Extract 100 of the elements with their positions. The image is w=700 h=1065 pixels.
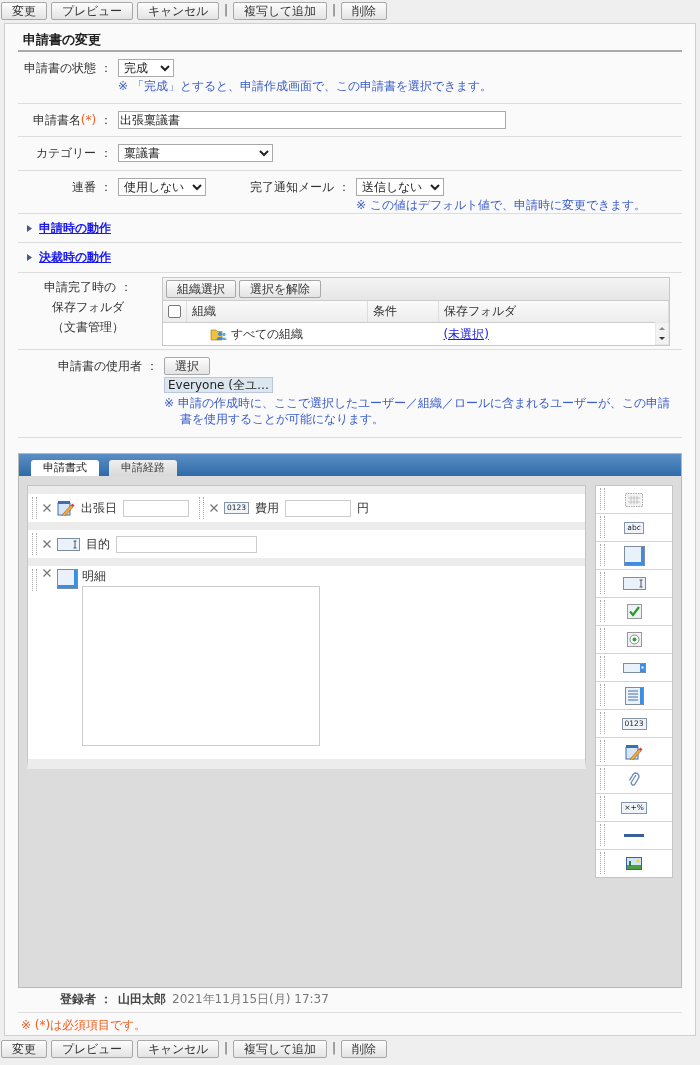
field-label: 申請書の状態 ： [23,60,113,77]
toolbar-button[interactable]: 削除 [341,1,388,20]
input-field-icon [622,577,646,590]
palette-item[interactable] [596,542,672,570]
drag-handle[interactable] [600,740,606,762]
field-label: 連番 ： [71,179,113,196]
toolbar-separator: | [223,1041,230,1056]
hint-text: ※ 申請の作成時に、ここで選択したユーザー／組織／ロールに含まれるユーザーが、この申請書を使用することが可能になります。 [164,395,671,427]
column-header: 組織 [186,301,368,323]
drag-handle[interactable] [600,488,606,510]
toolbar-button[interactable]: 複写して追加 [233,1,328,20]
toolbar-separator: | [331,3,338,18]
caret-icon[interactable] [26,254,33,261]
category-select[interactable]: 稟議書 [118,144,273,162]
image-icon [626,857,643,870]
notepad-pencil-icon [625,743,644,760]
toolbar-button[interactable]: 削除 [341,1039,388,1058]
section-link[interactable]: 申請時の動作 [39,220,111,236]
table-button[interactable]: 組織選択 [166,280,236,298]
caret-icon[interactable] [26,224,33,232]
drag-handle[interactable] [32,497,37,519]
palette-item[interactable] [596,626,672,654]
drag-handle[interactable] [32,533,37,555]
toolbar-separator: | [331,1041,338,1056]
serial-select[interactable]: 使用しない [118,178,206,196]
drag-handle[interactable] [600,600,606,622]
status-select[interactable]: 完成 [118,59,174,77]
page-title: 申請書の変更 [18,30,682,52]
field-label: 申請書の使用者 ： [57,358,159,375]
palette-item[interactable] [596,822,672,850]
column-header: 保存フォルダ [438,301,669,323]
line-icon [624,834,645,837]
toolbar-button[interactable]: プレビュー [51,1039,133,1058]
drag-handle[interactable] [199,497,204,519]
notepad-pencil-icon [57,500,75,516]
input-field[interactable] [123,499,189,517]
field-label: 目的 [86,536,110,552]
input-field[interactable] [116,535,257,553]
dropdown-icon [622,662,646,673]
toolbar-button[interactable]: 複写して追加 [233,1039,328,1058]
palette-item[interactable] [596,738,672,766]
name-field[interactable]: 出張稟議書 [118,111,506,129]
drag-handle[interactable] [600,572,606,594]
section-link[interactable]: 決裁時の動作 [39,250,111,265]
unit-label: 円 [357,500,370,516]
checkbox[interactable] [168,305,181,318]
drag-handle[interactable] [600,796,606,818]
hint-text: ※ この値はデフォルト値で、申請時に変更できます。 [356,197,646,213]
palette-item[interactable] [596,654,672,682]
toolbar-button[interactable]: キャンセル [137,1039,219,1058]
drag-handle[interactable] [600,852,606,874]
drag-handle[interactable] [600,656,606,678]
table-button[interactable]: 選択を解除 [239,280,321,298]
field-label: 申請書名(*) ： [31,112,113,129]
textarea-icon [57,569,78,589]
toolbar-button[interactable]: 変更 [1,1039,47,1058]
drag-handle[interactable] [600,684,606,706]
folder-people-icon [209,327,227,341]
tab[interactable]: 申請書式 [31,460,99,476]
drag-handle[interactable] [600,824,606,846]
input-field[interactable] [285,499,352,517]
drag-handle[interactable] [600,712,606,734]
textarea-field[interactable] [82,586,320,746]
drag-handle[interactable] [600,516,606,538]
required-note: ※ (*)は必須項目です。 [20,1017,148,1034]
textarea-icon [623,545,645,566]
field-label: 申請完了時の ： 保存フォルダ （文書管理） [43,279,133,336]
folder-link[interactable]: (未選択) [443,326,489,341]
drag-handle[interactable] [600,628,606,650]
remove-icon[interactable] [43,504,51,512]
table-cell: すべての組織 [230,326,303,342]
field-label: 明細 [82,569,107,584]
column-header: 条件 [367,301,439,323]
palette-item[interactable] [596,682,672,710]
drag-handle[interactable] [32,569,37,591]
field-label: 登録者 ： [58,992,112,1007]
palette-item[interactable] [596,570,672,598]
remove-icon[interactable] [43,540,51,548]
list-icon [624,686,644,705]
remove-icon[interactable] [43,569,51,577]
checkbox-icon [626,604,642,619]
hint-text: ※ 「完成」とすると、申請作成画面で、この申請書を選択できます。 [118,78,492,94]
field-label: カテゴリー ： [35,145,113,162]
drag-handle[interactable] [600,768,606,790]
palette-item[interactable] [596,598,672,626]
tab[interactable]: 申請経路 [109,460,177,476]
radio-icon [626,632,642,647]
field-label: 完了通知メール ： [249,179,351,196]
field-label: 出張日 [81,500,117,516]
mail-select[interactable]: 送信しない [356,178,444,196]
user-chip: Everyone (全ユ… [164,377,273,393]
paperclip-icon [628,771,641,788]
dotted-box-icon [625,492,644,507]
scrollbar[interactable] [655,322,669,345]
select-button[interactable]: 選択 [164,357,210,375]
toolbar-button[interactable]: 変更 [1,1,47,20]
toolbar-button[interactable]: プレビュー [51,1,133,20]
drag-handle[interactable] [600,544,606,566]
toolbar-button[interactable]: キャンセル [137,1,219,20]
remove-icon[interactable] [210,504,218,512]
